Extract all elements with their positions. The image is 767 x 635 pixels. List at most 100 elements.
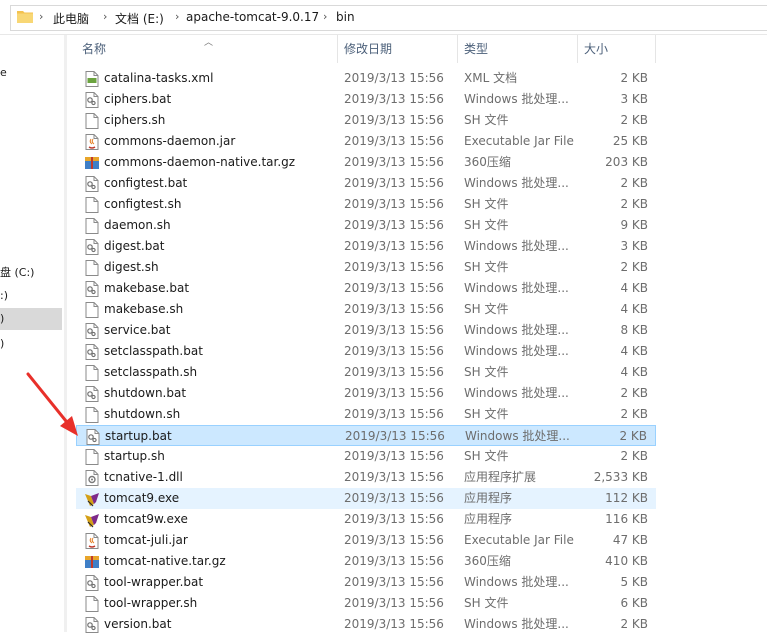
file-date: 2019/3/13 15:56 [344,71,444,85]
file-row[interactable]: setclasspath.bat 2019/3/13 15:56 Windows 批… [76,341,656,362]
file-row[interactable]: digest.bat 2019/3/13 15:56 Windows 批处理... 3… [76,236,656,257]
file-size: 2 KB [620,260,648,274]
bat-file-icon [85,575,99,591]
file-date: 2019/3/13 15:56 [344,491,444,505]
header-size[interactable]: 大小 [578,35,656,63]
file-row[interactable]: shutdown.sh 2019/3/13 15:56 SH 文件 2 KB [76,404,656,425]
file-name: shutdown.bat [104,386,187,400]
file-row[interactable]: makebase.bat 2019/3/13 15:56 Windows 批处理..… [76,278,656,299]
folder-icon [17,11,33,23]
file-type: 360压缩 [464,155,511,169]
file-type: Windows 批处理... [464,281,569,295]
file-row[interactable]: tomcat9w.exe 2019/3/13 15:56 应用程序 116 KB [76,509,656,530]
breadcrumb-tomcat[interactable]: apache-tomcat-9.0.17 [186,10,319,24]
file-name: catalina-tasks.xml [104,71,214,85]
file-row[interactable]: startup.bat 2019/3/13 15:56 Windows 批处理...… [76,425,656,446]
file-date: 2019/3/13 15:56 [344,365,444,379]
file-row[interactable]: tool-wrapper.sh 2019/3/13 15:56 SH 文件 6 KB [76,593,656,614]
file-row[interactable]: tcnative-1.dll 2019/3/13 15:56 应用程序扩展 2,533… [76,467,656,488]
file-type: 应用程序 [464,491,513,505]
bat-file-icon [85,323,99,339]
file-row[interactable]: setclasspath.sh 2019/3/13 15:56 SH 文件 4 KB [76,362,656,383]
file-type: Executable Jar File [464,134,574,148]
file-type: Windows 批处理... [464,92,569,106]
file-name: configtest.bat [104,176,188,190]
file-date: 2019/3/13 15:56 [345,429,445,443]
file-size: 6 KB [620,596,648,610]
file-name: makebase.sh [104,302,184,316]
file-size: 4 KB [620,281,648,295]
header-type[interactable]: 类型 [458,35,578,63]
bat-file-icon [85,176,99,192]
file-row[interactable]: ciphers.bat 2019/3/13 15:56 Windows 批处理...… [76,89,656,110]
file-row[interactable]: configtest.sh 2019/3/13 15:56 SH 文件 2 KB [76,194,656,215]
file-name: ciphers.bat [104,92,172,106]
file-row[interactable]: tomcat-native.tar.gz 2019/3/13 15:56 360压缩… [76,551,656,572]
file-row[interactable]: commons-daemon.jar 2019/3/13 15:56 Executa… [76,131,656,152]
file-row[interactable]: catalina-tasks.xml 2019/3/13 15:56 XML 文档 2… [76,68,656,89]
file-size: 8 KB [620,323,648,337]
file-type: Executable Jar File [464,533,574,547]
breadcrumb-bin[interactable]: bin [336,10,355,24]
pane-divider[interactable] [64,35,67,632]
file-type: Windows 批处理... [465,429,570,443]
file-row[interactable]: service.bat 2019/3/13 15:56 Windows 批处理...… [76,320,656,341]
file-name: configtest.sh [104,197,182,211]
file-row[interactable]: configtest.bat 2019/3/13 15:56 Windows 批处理… [76,173,656,194]
generic-file-icon [85,197,99,213]
file-name: daemon.sh [104,218,171,232]
nav-item[interactable]: ) [0,308,62,330]
file-size: 4 KB [620,302,648,316]
breadcrumb-this-pc[interactable]: 此电脑 [53,10,89,27]
file-row[interactable]: ciphers.sh 2019/3/13 15:56 SH 文件 2 KB [76,110,656,131]
file-name: startup.sh [104,449,165,463]
file-name: tcnative-1.dll [104,470,183,484]
file-type: Windows 批处理... [464,386,569,400]
file-size: 2 KB [620,71,648,85]
file-type: SH 文件 [464,113,509,127]
file-date: 2019/3/13 15:56 [344,239,444,253]
nav-item[interactable]: :) [0,285,62,307]
file-size: 5 KB [620,575,648,589]
file-date: 2019/3/13 15:56 [344,323,444,337]
breadcrumb-drive-e[interactable]: 文档 (E:) [115,10,164,27]
file-row[interactable]: tomcat9.exe 2019/3/13 15:56 应用程序 112 KB [76,488,656,509]
file-date: 2019/3/13 15:56 [344,449,444,463]
file-size: 410 KB [605,554,648,568]
file-name: tool-wrapper.sh [104,596,198,610]
bat-file-icon [85,617,99,633]
file-row[interactable]: tomcat-juli.jar 2019/3/13 15:56 Executable… [76,530,656,551]
xml-file-icon [85,71,99,87]
file-row[interactable]: startup.sh 2019/3/13 15:56 SH 文件 2 KB [76,446,656,467]
generic-file-icon [85,260,99,276]
file-row[interactable]: shutdown.bat 2019/3/13 15:56 Windows 批处理..… [76,383,656,404]
file-size: 2,533 KB [593,470,648,484]
file-size: 112 KB [605,491,648,505]
file-name: ciphers.sh [104,113,166,127]
tomcat-exe-icon [85,493,99,507]
file-name: digest.bat [104,239,165,253]
file-row[interactable]: commons-daemon-native.tar.gz 2019/3/13 15… [76,152,656,173]
nav-item[interactable]: 盘 (C:) [0,262,62,284]
address-box[interactable]: › 此电脑 › 文档 (E:) › apache-tomcat-9.0.17 ›… [10,5,767,31]
header-date[interactable]: 修改日期 [338,35,458,63]
nav-item[interactable]: ) [0,333,62,355]
file-row[interactable]: daemon.sh 2019/3/13 15:56 SH 文件 9 KB [76,215,656,236]
file-size: 2 KB [620,449,648,463]
file-date: 2019/3/13 15:56 [344,113,444,127]
file-row[interactable]: makebase.sh 2019/3/13 15:56 SH 文件 4 KB [76,299,656,320]
file-name: tool-wrapper.bat [104,575,204,589]
file-name: startup.bat [105,429,172,443]
file-row[interactable]: digest.sh 2019/3/13 15:56 SH 文件 2 KB [76,257,656,278]
file-size: 4 KB [620,365,648,379]
breadcrumb-separator: › [323,10,328,23]
file-row[interactable]: tool-wrapper.bat 2019/3/13 15:56 Windows 批… [76,572,656,593]
bat-file-icon [85,239,99,255]
file-date: 2019/3/13 15:56 [344,470,444,484]
header-name[interactable]: 名称 [76,35,338,63]
file-date: 2019/3/13 15:56 [344,386,444,400]
nav-item[interactable]: e [0,62,62,84]
file-type: 应用程序 [464,512,513,526]
file-size: 2 KB [620,197,648,211]
red-arrow-annotation [26,372,78,436]
